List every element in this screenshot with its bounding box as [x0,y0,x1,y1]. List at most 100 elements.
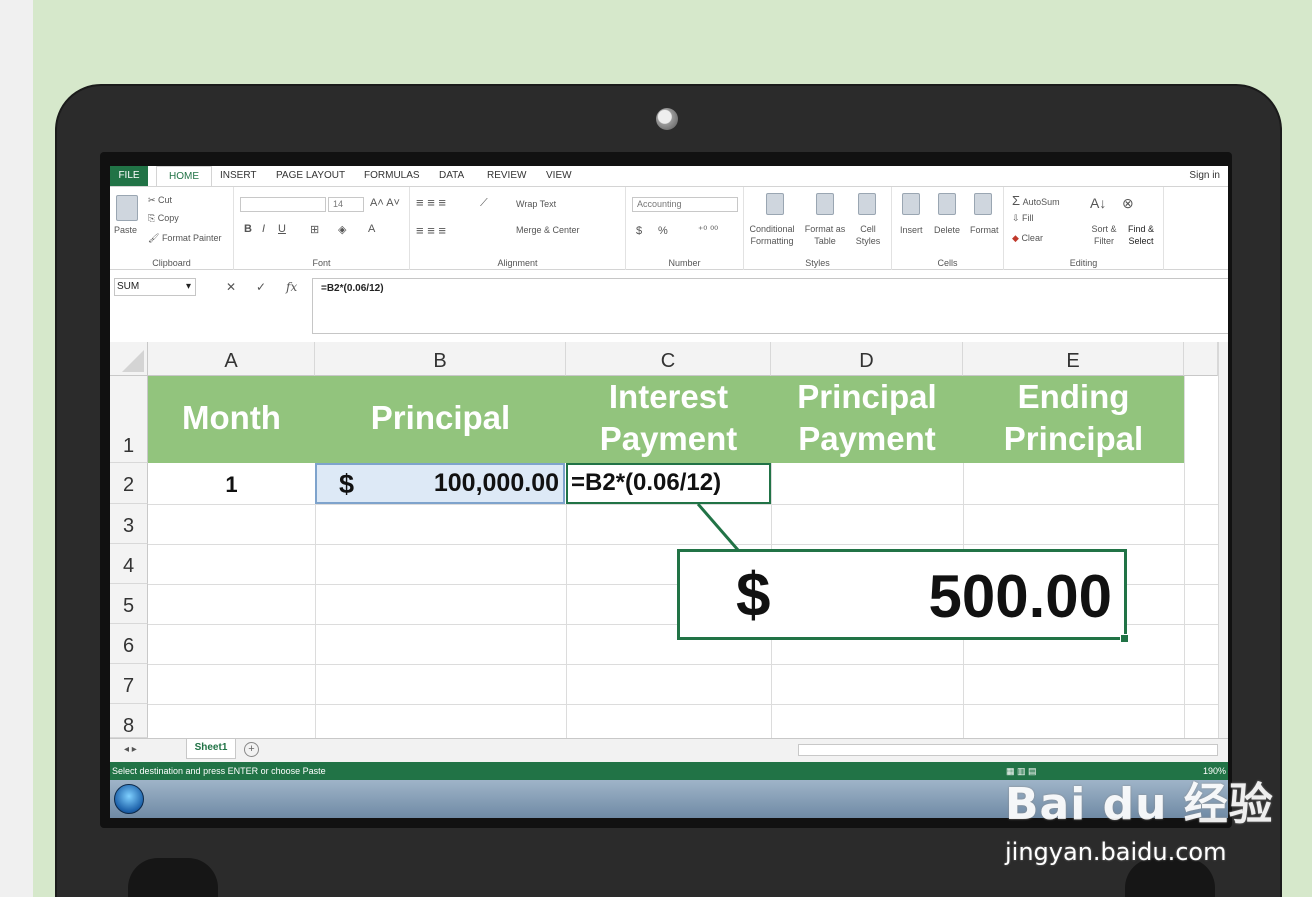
conditional-formatting-icon[interactable] [766,193,784,215]
gridline [315,463,316,738]
cell-c1-line2: Payment [599,420,738,457]
row-header-2[interactable]: 2 [110,463,148,504]
excel-window: FILE HOME INSERT PAGE LAYOUT FORMULAS DA… [110,166,1228,818]
sheet-tab-sheet1[interactable]: Sheet1 [186,739,236,759]
insert-function-button[interactable]: fx [286,280,297,294]
binoculars-icon[interactable]: ⊗ [1122,195,1134,212]
cell-styles-icon[interactable] [858,193,876,215]
format-painter-label: Format Painter [161,233,222,243]
merge-center-button[interactable]: Merge & Center [516,225,580,235]
col-header-d[interactable]: D [771,342,963,376]
find-select-button[interactable]: Find & Select [1122,223,1160,247]
sign-in-link[interactable]: Sign in [1189,170,1220,181]
col-header-b[interactable]: B [315,342,566,376]
format-button[interactable]: Format [970,225,999,235]
group-cells: Insert Delete Format Cells [892,187,1004,271]
fill-color-icon[interactable]: ◈ [338,223,346,236]
sort-icon[interactable]: A↓ [1090,195,1106,211]
bold-button[interactable]: B [244,223,252,235]
sort-filter-button[interactable]: Sort & Filter [1086,223,1122,247]
row-header-1[interactable]: 1 [110,376,148,463]
select-all-corner[interactable] [110,342,148,376]
cell-a2[interactable]: 1 [148,472,315,498]
group-label-editing: Editing [1069,258,1098,268]
baidu-watermark-url: jingyan.baidu.com [1005,838,1227,866]
row-header-7[interactable]: 7 [110,664,148,704]
cancel-entry-button[interactable]: ✕ [226,280,236,294]
paste-icon[interactable] [116,195,138,221]
orientation-icon[interactable]: ⟋ [480,197,488,210]
cell-e1-line2: Principal [1003,420,1144,457]
cell-b2[interactable]: $ 100,000.00 [315,463,565,504]
col-header-a[interactable]: A [148,342,315,376]
new-sheet-button[interactable]: + [244,742,259,757]
delete-button[interactable]: Delete [934,225,960,235]
row-header-6[interactable]: 6 [110,624,148,664]
align-top-icon[interactable]: ≡ ≡ ≡ [416,195,446,210]
cell-c1-line1: Interest [608,378,729,415]
number-format-select[interactable]: Accounting [632,197,738,212]
col-header-c[interactable]: C [566,342,771,376]
insert-cells-icon[interactable] [902,193,920,215]
tab-data[interactable]: DATA [439,170,464,181]
col-header-e[interactable]: E [963,342,1184,376]
copy-button[interactable]: ⎘ Copy [148,213,179,224]
align-left-icon[interactable]: ≡ ≡ ≡ [416,223,446,238]
tab-page-layout[interactable]: PAGE LAYOUT [276,170,345,181]
group-label-alignment: Alignment [497,258,538,268]
decimal-icon[interactable]: ⁺⁰ ⁰⁰ [698,225,718,236]
format-table-icon[interactable] [816,193,834,215]
tab-file[interactable]: FILE [110,166,148,186]
cell-c1[interactable]: Interest Payment [566,376,771,460]
formula-input[interactable]: =B2*(0.06/12) [312,278,1228,334]
gridline [148,504,1218,505]
borders-icon[interactable]: ⊞ [310,223,319,236]
currency-button[interactable]: $ [636,225,642,237]
percent-button[interactable]: % [658,225,668,237]
chevron-down-icon[interactable]: ▾ [186,279,191,295]
horizontal-scrollbar[interactable] [798,744,1218,756]
insert-button[interactable]: Insert [900,225,923,235]
fill-handle[interactable] [1120,634,1129,643]
cell-e1[interactable]: Ending Principal [963,376,1184,460]
cell-styles-button[interactable]: Cell Styles [852,223,884,247]
windows-start-icon[interactable] [114,784,144,814]
underline-button[interactable]: U [278,223,286,235]
row-header-4[interactable]: 4 [110,544,148,584]
enter-entry-button[interactable]: ✓ [256,280,266,294]
italic-button[interactable]: I [262,223,265,235]
wrap-text-button[interactable]: Wrap Text [516,199,556,209]
cell-d1[interactable]: Principal Payment [771,376,963,460]
cut-button[interactable]: ✂ Cut [148,195,172,206]
cell-b1[interactable]: Principal [315,397,566,439]
sheet-nav-arrows-icon[interactable]: ◂ ▸ [124,744,137,755]
tab-formulas[interactable]: FORMULAS [364,170,420,181]
paste-button[interactable]: Paste [114,225,137,235]
format-table-button[interactable]: Format as Table [802,223,848,247]
tab-view[interactable]: VIEW [546,170,572,181]
tab-review[interactable]: REVIEW [487,170,526,181]
font-name-select[interactable] [240,197,326,212]
monitor-foot-left [128,858,218,897]
tab-home[interactable]: HOME [156,166,212,188]
row-header-5[interactable]: 5 [110,584,148,624]
formula-bar: SUM ▾ ✕ ✓ fx =B2*(0.06/12) [110,270,1228,334]
conditional-formatting-button[interactable]: Conditional Formatting [748,223,796,247]
format-painter-button[interactable]: 🖌 Format Painter [148,233,221,244]
fill-button[interactable]: ⇩ Fill [1012,213,1034,224]
format-cells-icon[interactable] [974,193,992,215]
tab-insert[interactable]: INSERT [220,170,257,181]
row-header-3[interactable]: 3 [110,504,148,544]
grow-font-button[interactable]: A˄ A˅ [370,197,400,209]
cell-c2-editing[interactable]: =B2*(0.06/12) [566,463,771,504]
autosum-button[interactable]: Σ AutoSum [1012,193,1060,208]
vertical-scrollbar[interactable] [1218,342,1228,738]
cell-a1[interactable]: Month [148,397,315,439]
col-header-f[interactable] [1184,342,1218,376]
name-box[interactable]: SUM ▾ [114,278,196,296]
font-color-icon[interactable]: A [368,223,375,235]
row-header-8[interactable]: 8 [110,704,148,738]
delete-cells-icon[interactable] [938,193,956,215]
clear-button[interactable]: ◆ Clear [1012,233,1043,244]
font-size-select[interactable]: 14 [328,197,364,212]
